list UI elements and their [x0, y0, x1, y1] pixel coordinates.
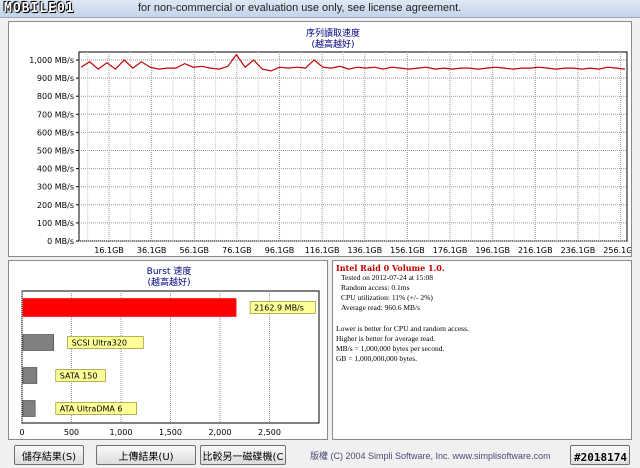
note-higher-better: Higher is better for average read. [336, 334, 436, 343]
sequential-read-panel: 序列讀取速度 (越高越好) 1,000 MB/s 900 MB/s 800 MB/s… [8, 21, 638, 257]
seq-y-tick-label: 300 MB/s [37, 183, 74, 192]
burst-speed-chart: Burst 速度 (越高越好) 2162.9 MB/s SCSI Ultra320… [19, 265, 320, 437]
burst-bar-label: SCSI Ultra320 [72, 339, 127, 348]
seq-y-tick-label: 100 MB/s [37, 219, 74, 228]
seq-x-tick-label: 196.1GB [475, 246, 510, 255]
watermark-text: #2018174 [574, 451, 627, 464]
upload-results-button[interactable]: 上傳結果(U) [96, 445, 196, 465]
seq-chart-title: 序列讀取速度 [306, 27, 360, 39]
seq-y-tick-label: 1,000 MB/s [29, 56, 74, 65]
seq-x-tick-label: 96.1GB [265, 246, 295, 255]
seq-y-tick-label: 800 MB/s [37, 92, 74, 101]
burst-bar [22, 334, 54, 351]
burst-chart-title: Burst 速度 [147, 265, 192, 277]
burst-x-axis: 0 500 1,000 1,500 2,000 2,500 [19, 428, 281, 437]
seq-x-tick-label: 76.1GB [222, 246, 252, 255]
mobile01-logo: MOBILE01 [4, 1, 75, 16]
copyright-text: 版權 (C) 2004 Simpli Software, Inc. www.si… [310, 451, 551, 461]
seq-y-tick-label: 500 MB/s [37, 147, 74, 156]
note-mbs-definition: MB/s = 1,000,000 bytes per second. [336, 344, 445, 353]
burst-x-tick-label: 0 [19, 428, 24, 437]
burst-bar-label: SATA 150 [60, 372, 98, 381]
burst-x-tick-label: 2,000 [209, 428, 232, 437]
burst-x-tick-label: 1,000 [110, 428, 133, 437]
seq-y-tick-label: 400 MB/s [37, 165, 74, 174]
seq-y-axis: 1,000 MB/s 900 MB/s 800 MB/s 700 MB/s 600 MB… [29, 56, 79, 246]
seq-x-tick-label: 156.1GB [390, 246, 425, 255]
burst-chart-subtitle: (越高越好) [147, 276, 190, 288]
seq-x-tick-label: 16.1GB [94, 246, 124, 255]
burst-bar [22, 400, 36, 417]
seq-x-tick-label: 236.1GB [561, 246, 596, 255]
sequential-read-chart: 序列讀取速度 (越高越好) 1,000 MB/s 900 MB/s 800 MB/s… [29, 27, 638, 255]
seq-x-tick-label: 256.1GB [603, 246, 631, 255]
seq-x-tick-label: 136.1GB [348, 246, 383, 255]
info-tested-on: Tested on 2012-07-24 at 15:08 [341, 273, 433, 282]
note-gb-definition: GB = 1,000,000,000 bytes. [336, 354, 418, 363]
seq-x-tick-label: 116.1GB [305, 246, 340, 255]
seq-x-tick-label: 176.1GB [433, 246, 468, 255]
seq-y-tick-label: 200 MB/s [37, 201, 74, 210]
burst-bar [22, 367, 38, 384]
window-title: for non-commercial or evaluation use onl… [138, 2, 462, 14]
note-lower-better: Lower is better for CPU and random acces… [336, 324, 469, 333]
seq-y-tick-label: 900 MB/s [37, 74, 74, 83]
burst-bar [22, 298, 237, 317]
seq-x-tick-label: 216.1GB [518, 246, 553, 255]
compare-drive-button[interactable]: 比較另一磁碟機(C [200, 445, 286, 465]
burst-bar-label: 2162.9 MB/s [254, 304, 304, 313]
seq-x-axis: 16.1GB 36.1GB 56.1GB 76.1GB 96.1GB 116.1GB 136… [94, 246, 638, 255]
burst-x-tick-label: 1,500 [159, 428, 182, 437]
seq-y-tick-label: 0 MB/s [47, 237, 74, 246]
seq-chart-subtitle: (越高越好) [311, 38, 354, 50]
seq-y-tick-label: 600 MB/s [37, 128, 74, 137]
seq-y-tick-label: 700 MB/s [37, 110, 74, 119]
burst-x-tick-label: 500 [64, 428, 79, 437]
save-results-button[interactable]: 儲存結果(S) [14, 445, 84, 465]
burst-speed-panel: Burst 速度 (越高越好) 2162.9 MB/s SCSI Ultra320… [8, 260, 328, 440]
seq-x-tick-label: 56.1GB [180, 246, 210, 255]
seq-plot-area [78, 51, 628, 242]
burst-bar-label: ATA UltraDMA 6 [60, 405, 123, 414]
drive-name: Intel Raid 0 Volume 1.0. [336, 263, 445, 273]
info-random-access: Random access: 0.1ms [341, 283, 410, 292]
title-bar: MOBILE01 for non-commercial or evaluatio… [0, 0, 640, 18]
seq-x-tick-label: 36.1GB [137, 246, 167, 255]
results-info-panel: Intel Raid 0 Volume 1.0. Tested on 2012-… [332, 260, 632, 440]
burst-x-tick-label: 2,500 [258, 428, 281, 437]
info-cpu-utilization: CPU utilization: 11% (+/- 2%) [341, 293, 433, 302]
info-average-read: Average read: 960.6 MB/s [341, 303, 421, 312]
